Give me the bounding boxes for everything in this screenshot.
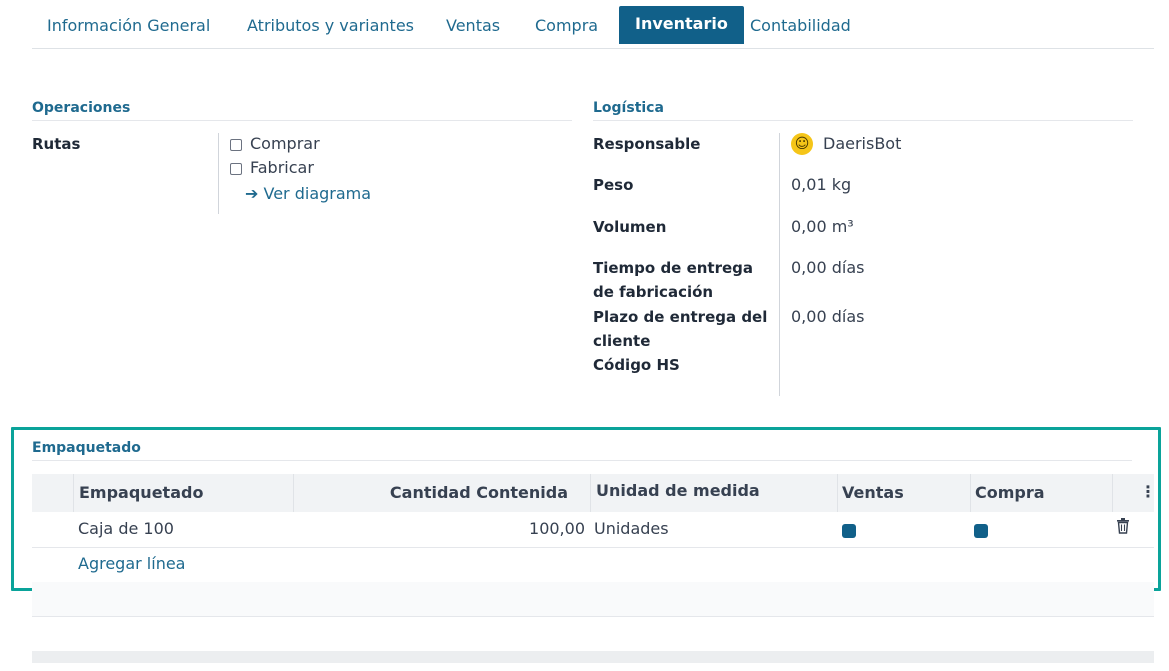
row-sales-checkbox[interactable] (842, 524, 856, 538)
header-separator (73, 474, 74, 512)
logistics-separator (779, 133, 780, 396)
tab-inventory[interactable]: Inventario (619, 6, 744, 44)
customer-lead-value: 0,00 (791, 307, 827, 326)
column-header-sales[interactable]: Ventas (842, 483, 904, 502)
packaging-divider (32, 460, 1132, 461)
view-diagram-label: Ver diagrama (263, 184, 372, 203)
tab-accounting[interactable]: Contabilidad (750, 6, 851, 44)
mfg-lead-value: 0,00 (791, 258, 827, 277)
mfg-lead-label: Tiempo de entrega de fabricación (593, 256, 753, 304)
row-uom: Unidades (594, 519, 669, 538)
mfg-lead-field[interactable]: 0,00 días (791, 256, 864, 280)
empty-row (32, 582, 1154, 617)
column-header-purchase[interactable]: Compra (975, 483, 1045, 502)
column-header-packaging[interactable]: Empaquetado (79, 483, 203, 502)
customer-lead-unit: días (831, 307, 865, 326)
arrow-right-icon: ➔ (245, 184, 259, 203)
view-diagram-link[interactable]: ➔ Ver diagrama (245, 182, 371, 206)
kebab-menu-icon[interactable]: ⋮ (1140, 482, 1156, 501)
packaging-section-title: Empaquetado (32, 440, 141, 456)
hs-code-label: Código HS (593, 356, 680, 374)
hs-code-field[interactable] (791, 353, 1131, 377)
row-packaging-name: Caja de 100 (78, 519, 174, 538)
weight-unit: kg (831, 175, 852, 194)
logistics-divider (593, 120, 1133, 121)
trash-icon[interactable] (1116, 518, 1130, 538)
operations-section-title: Operaciones (32, 100, 131, 116)
route-option-manufacture[interactable]: Fabricar (230, 156, 314, 180)
avatar: ☺ (791, 133, 813, 155)
header-separator (970, 474, 971, 512)
table-footer (32, 651, 1154, 663)
header-separator (1112, 474, 1113, 512)
routes-label: Rutas (32, 135, 81, 153)
route-buy-label: Comprar (250, 134, 320, 153)
route-buy-checkbox[interactable] (230, 138, 242, 151)
volume-value: 0,00 (791, 217, 827, 236)
responsible-label: Responsable (593, 135, 701, 153)
column-header-uom[interactable]: Unidad de medida (596, 481, 760, 500)
customer-lead-field[interactable]: 0,00 días (791, 305, 864, 329)
packaging-table-header: Empaquetado Cantidad Contenida Unidad de… (32, 474, 1156, 512)
tab-sales[interactable]: Ventas (446, 6, 500, 44)
weight-value: 0,01 (791, 175, 827, 194)
tab-general-information[interactable]: Información General (47, 6, 210, 44)
table-row[interactable]: Caja de 100 100,00 Unidades (32, 512, 1154, 548)
customer-lead-label: Plazo de entrega del cliente (593, 305, 767, 353)
column-header-quantity[interactable]: Cantidad Contenida (390, 483, 568, 502)
customer-lead-label-line2: cliente (593, 332, 651, 350)
tab-attributes-variants[interactable]: Atributos y variantes (247, 6, 414, 44)
mfg-lead-label-line2: de fabricación (593, 283, 714, 301)
logistics-section-title: Logística (593, 100, 664, 116)
add-line-link[interactable]: Agregar línea (78, 552, 185, 576)
route-option-buy[interactable]: Comprar (230, 132, 320, 156)
volume-field[interactable]: 0,00 m³ (791, 215, 854, 239)
volume-label: Volumen (593, 218, 667, 236)
mfg-lead-unit: días (831, 258, 865, 277)
route-manufacture-checkbox[interactable] (230, 162, 242, 175)
responsible-value: DaerisBot (823, 134, 902, 153)
routes-separator (218, 133, 219, 214)
header-separator (293, 474, 294, 512)
header-separator (837, 474, 838, 512)
volume-unit: m³ (831, 217, 854, 236)
mfg-lead-label-line1: Tiempo de entrega (593, 259, 754, 277)
weight-field[interactable]: 0,01 kg (791, 173, 851, 197)
row-quantity: 100,00 (529, 519, 585, 538)
operations-divider (32, 120, 572, 121)
weight-label: Peso (593, 176, 634, 194)
tab-purchase[interactable]: Compra (535, 6, 598, 44)
row-purchase-checkbox[interactable] (974, 524, 988, 538)
route-manufacture-label: Fabricar (250, 158, 314, 177)
customer-lead-label-line1: Plazo de entrega del (593, 308, 768, 326)
notebook-tabs: Información General Atributos y variante… (32, 6, 1154, 49)
responsible-field[interactable]: ☺ DaerisBot (791, 132, 901, 156)
header-separator (590, 474, 591, 512)
